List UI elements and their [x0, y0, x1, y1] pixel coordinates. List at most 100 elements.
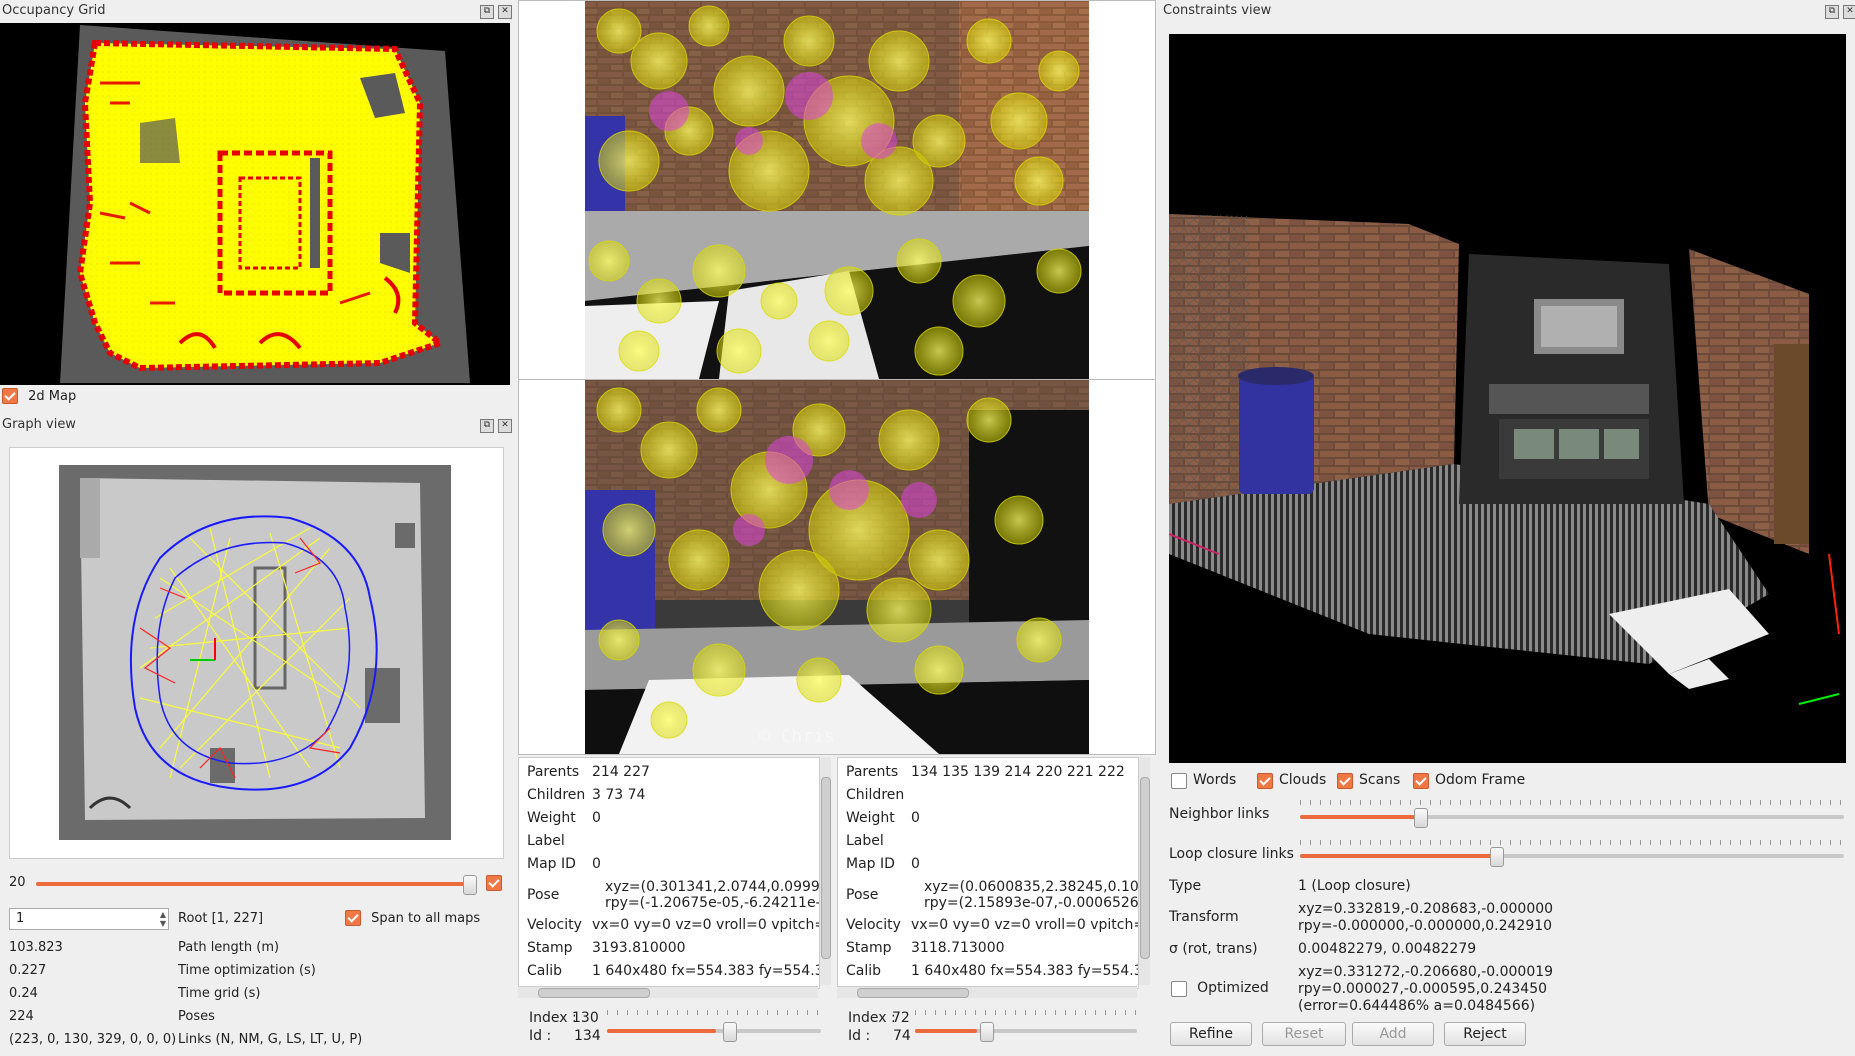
right-id-label: Id : — [848, 1028, 871, 1044]
image-view-top[interactable] — [518, 0, 1156, 380]
right-info-vscroll[interactable] — [1138, 757, 1150, 985]
right-index-slider-handle[interactable] — [980, 1022, 994, 1042]
loop-closure-handle[interactable] — [1489, 847, 1504, 867]
graph-stat-label: Time optimization (s) — [178, 963, 316, 978]
span-all-maps-checkbox[interactable] — [345, 910, 361, 926]
right-index-slider[interactable] — [915, 1029, 1137, 1033]
graph-slider-handle[interactable] — [463, 875, 477, 895]
checkbox-label: Scans — [1359, 772, 1401, 788]
info-value: 3 73 74 — [592, 787, 646, 803]
optimized-checkbox[interactable] — [1171, 980, 1187, 997]
map-2d-label: 2d Map — [28, 388, 77, 404]
transform-xyz: xyz=0.332819,-0.208683,-0.000000 — [1298, 901, 1554, 917]
constraint-checkbox-item[interactable]: Odom Frame — [1413, 772, 1525, 789]
constraint-checkbox-item[interactable]: Clouds — [1257, 772, 1326, 789]
info-value: 1 640x480 fx=554.383 fy=554.383 — [592, 963, 820, 979]
info-key: Velocity — [527, 917, 582, 933]
info-key: Parents — [527, 764, 580, 780]
info-value: 214 227 — [592, 764, 650, 780]
right-info-panel: Parents 134 135 139 214 220 221 222 Childr… — [837, 757, 1139, 989]
transform-label: Transform — [1169, 909, 1239, 925]
graph-slider-fill — [36, 882, 470, 886]
close-icon[interactable]: ✕ — [498, 419, 512, 433]
info-key: Pose — [846, 887, 879, 903]
neighbor-links-slider[interactable] — [1300, 815, 1844, 819]
info-key: Label — [846, 833, 884, 849]
reset-button[interactable]: Reset — [1262, 1022, 1346, 1046]
checkbox[interactable] — [1413, 772, 1429, 789]
left-info-vscroll[interactable] — [819, 757, 831, 985]
neighbor-links-handle[interactable] — [1413, 808, 1428, 828]
graph-view-canvas[interactable] — [9, 447, 504, 859]
root-spinbox[interactable]: 1 ▲ ▼ — [9, 908, 169, 930]
info-key: Pose — [527, 887, 560, 903]
checkbox-label: Clouds — [1279, 772, 1327, 788]
graph-slider[interactable] — [36, 882, 470, 886]
loop-closure-slider[interactable] — [1300, 854, 1844, 858]
constraint-checkbox-item[interactable]: Words — [1171, 772, 1236, 789]
constraint-checkbox-item[interactable]: Scans — [1337, 772, 1400, 789]
left-index-slider-handle[interactable] — [723, 1022, 737, 1042]
checkbox[interactable] — [1337, 772, 1353, 789]
neighbor-links-fill — [1300, 815, 1420, 819]
root-spinbox-value: 1 — [16, 911, 25, 926]
watermark: © Chris — [759, 726, 835, 747]
graph-stat-label: Path length (m) — [178, 940, 280, 955]
info-value: 3193.810000 — [592, 940, 686, 956]
float-icon[interactable]: ⧉ — [1825, 5, 1839, 19]
left-id-value: 134 — [574, 1028, 601, 1044]
optimized-xyz: xyz=0.331272,-0.206680,-0.000019 — [1298, 964, 1554, 980]
left-index-value: 130 — [572, 1010, 599, 1026]
reject-button[interactable]: Reject — [1444, 1022, 1526, 1046]
add-button[interactable]: Add — [1352, 1022, 1434, 1046]
map-2d-checkbox[interactable] — [2, 388, 18, 404]
occupancy-grid-title: Occupancy Grid — [2, 3, 106, 18]
info-value: 134 135 139 214 220 221 222 — [911, 764, 1125, 780]
info-key: Parents — [846, 764, 899, 780]
occupancy-grid-canvas[interactable] — [0, 23, 510, 385]
close-icon[interactable]: ✕ — [498, 5, 512, 19]
graph-view-title: Graph view — [2, 417, 76, 432]
close-icon[interactable]: ✕ — [1843, 5, 1855, 19]
loop-closure-fill — [1300, 854, 1496, 858]
right-index-label: Index : — [848, 1010, 896, 1026]
refine-button[interactable]: Refine — [1170, 1022, 1252, 1046]
checkbox[interactable] — [1257, 772, 1273, 789]
info-value: xyz=(0.0600835,2.38245,0.100002 — [924, 879, 1139, 895]
left-info-hscroll[interactable] — [518, 986, 818, 998]
float-icon[interactable]: ⧉ — [480, 5, 494, 19]
optimized-rpy: rpy=0.000027,-0.000595,0.243450 — [1298, 981, 1548, 997]
image-view-bottom[interactable]: © Chris — [518, 379, 1156, 755]
graph-stat-value: 224 — [9, 1009, 34, 1024]
right-info-hscroll[interactable] — [837, 986, 1137, 998]
neighbor-links-label: Neighbor links — [1169, 806, 1270, 822]
sigma-value: 0.00482279, 0.00482279 — [1298, 941, 1477, 957]
info-key: Stamp — [846, 940, 892, 956]
graph-slider-checkbox[interactable] — [486, 875, 502, 891]
info-value: 0 — [911, 810, 920, 826]
info-key: Weight — [846, 810, 895, 826]
left-index-slider[interactable] — [607, 1029, 821, 1033]
right-id-value: 74 — [893, 1028, 911, 1044]
info-value: 1 640x480 fx=554.383 fy=554.383 — [911, 963, 1139, 979]
info-value: xyz=(0.301341,2.0744,0.0999983) — [605, 879, 820, 895]
info-key: Children — [846, 787, 905, 803]
checkbox[interactable] — [1171, 772, 1187, 789]
spin-arrows-icon[interactable]: ▲ ▼ — [160, 910, 166, 928]
float-icon[interactable]: ⧉ — [480, 419, 494, 433]
info-value: 0 — [592, 810, 601, 826]
info-key: Velocity — [846, 917, 901, 933]
optimized-error: (error=0.644486% a=0.0484566) — [1298, 998, 1536, 1014]
constraints-3d-view[interactable] — [1169, 34, 1846, 763]
info-value: vx=0 vy=0 vz=0 vroll=0 vpitch=0 v — [592, 917, 819, 933]
checkbox-label: Words — [1193, 772, 1237, 788]
info-key: Stamp — [527, 940, 573, 956]
graph-stat-value: 103.823 — [9, 940, 63, 955]
left-info-panel: Parents 214 227 Children 3 73 74 Weight 0 Labe… — [518, 757, 820, 989]
checkbox-label: Odom Frame — [1435, 772, 1526, 788]
type-label: Type — [1169, 878, 1202, 894]
info-value-line2: rpy=(2.15893e-07,-0.000652672,3 — [924, 895, 1139, 911]
right-index-value: 72 — [892, 1010, 910, 1026]
span-all-maps-label: Span to all maps — [371, 910, 481, 926]
type-value: 1 (Loop closure) — [1298, 878, 1411, 894]
